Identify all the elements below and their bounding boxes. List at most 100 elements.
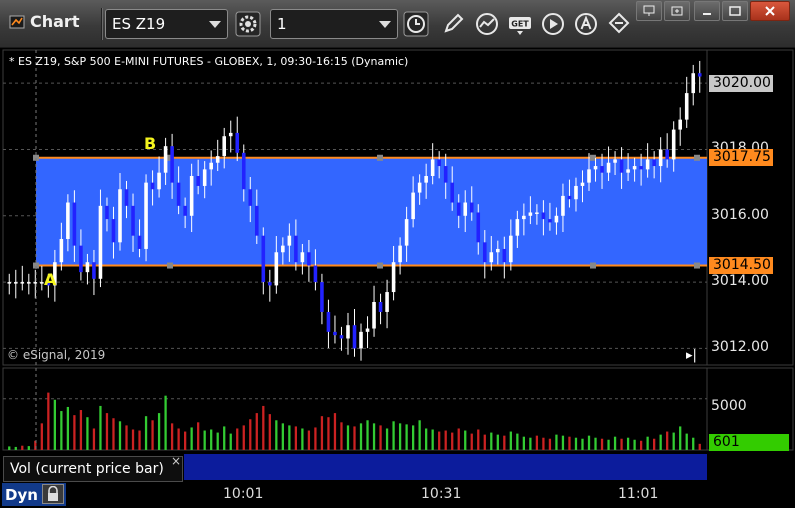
candle-body [118, 189, 122, 243]
candle-body [378, 302, 383, 312]
candle-body [59, 239, 64, 263]
lock-icon [48, 486, 58, 501]
candle-body [215, 156, 220, 163]
candle-body [124, 189, 129, 206]
candle-body [509, 235, 513, 263]
candle-body [593, 166, 598, 170]
candle-body [437, 159, 441, 167]
symbol-value: ES Z19 [112, 15, 166, 33]
candle-body [92, 262, 96, 279]
candle-body [365, 328, 370, 332]
candle-body [98, 205, 103, 279]
interval-combo[interactable]: 1 [270, 9, 398, 39]
range-handle [167, 262, 173, 269]
close-study-icon[interactable]: × [171, 454, 181, 468]
maximize-button[interactable] [722, 1, 748, 21]
settings-icon [235, 11, 261, 37]
candle-body [13, 282, 18, 284]
pin-window-button[interactable] [636, 1, 662, 21]
candle-body [639, 166, 643, 170]
candle-body [105, 205, 109, 220]
close-icon [765, 6, 775, 16]
candle-body [417, 182, 422, 193]
range-handle [377, 154, 383, 161]
minimize-icon [703, 13, 711, 15]
candle-body [476, 212, 481, 243]
candle-body [463, 202, 468, 216]
annotation-a[interactable]: A [44, 270, 56, 289]
range-handle [377, 262, 383, 269]
last-price-tag: 3020.00 [709, 74, 773, 92]
time-label: 10:31 [421, 486, 462, 502]
candle-body [469, 202, 474, 213]
candle-body [450, 182, 455, 203]
candle-body [372, 302, 376, 329]
current-volume-tag: 601 [709, 434, 789, 451]
draw-button[interactable] [438, 9, 468, 39]
scroll-to-end-icon[interactable]: ▸| [686, 348, 697, 363]
candle-body [79, 245, 83, 273]
candle-body [326, 311, 331, 332]
close-button[interactable] [750, 1, 790, 21]
candle-body [613, 159, 617, 163]
chart-header: * ES Z19, S&P 500 E-MINI FUTURES - GLOBE… [9, 55, 409, 68]
get-icon: GET [509, 17, 531, 35]
candle-body [144, 182, 148, 249]
link-button[interactable] [604, 9, 634, 39]
copyright-watermark: © eSignal, 2019 [7, 348, 106, 362]
candle-body [574, 185, 578, 200]
candle-body [522, 215, 526, 220]
interval-value: 1 [277, 15, 287, 33]
candle-body [502, 248, 507, 263]
studies-button[interactable] [472, 9, 502, 39]
settings-button[interactable] [233, 9, 263, 39]
chart-canvas[interactable] [0, 48, 795, 508]
lower-line-tag: 3014.50 [709, 257, 773, 275]
play-button[interactable] [538, 9, 568, 39]
restore-link-button[interactable] [664, 1, 690, 21]
candle-body [535, 212, 539, 214]
symbol-combo[interactable]: ES Z19 [105, 9, 228, 39]
candle-body [482, 242, 487, 263]
range-handle [590, 262, 596, 269]
minimize-button[interactable] [694, 1, 720, 21]
candle-body [313, 265, 318, 283]
candle-body [567, 195, 572, 200]
candle-body [352, 325, 357, 349]
candle-body [196, 176, 200, 186]
time-template-button[interactable] [401, 9, 431, 39]
restore-icon [671, 6, 683, 16]
svg-text:GET: GET [511, 20, 529, 29]
chart-app-icon [9, 15, 25, 28]
study-label-bar[interactable] [184, 454, 707, 480]
candle-body [456, 202, 461, 216]
price-axis-label: 3014.00 [711, 273, 769, 290]
candle-body [496, 248, 500, 253]
candle-body [678, 119, 682, 130]
candle-body [261, 235, 266, 283]
alert-button[interactable] [571, 9, 601, 39]
candle-body [268, 282, 272, 286]
range-handle [694, 262, 700, 269]
lock-button[interactable] [42, 484, 64, 504]
link-icon [608, 12, 630, 34]
candle-body [333, 331, 337, 336]
chevron-down-icon[interactable] [209, 21, 221, 28]
candle-body [658, 149, 663, 167]
candle-body [163, 146, 168, 173]
annotation-b[interactable]: B [144, 134, 156, 153]
candle-body [359, 331, 363, 349]
candle-body [248, 189, 253, 206]
candle-body [489, 252, 494, 263]
candle-body [209, 162, 213, 170]
volume-study-label[interactable]: Vol (current price bar) [3, 456, 183, 482]
candle-body [541, 212, 546, 220]
candle-body [85, 262, 90, 273]
window-title-text: Chart [30, 12, 80, 31]
maximize-icon [729, 6, 741, 16]
chevron-down-icon[interactable] [379, 21, 391, 28]
get-button[interactable]: GET [505, 9, 535, 39]
study-icon [476, 13, 498, 35]
candle-body [241, 152, 246, 190]
toolbar-separator [101, 8, 103, 40]
